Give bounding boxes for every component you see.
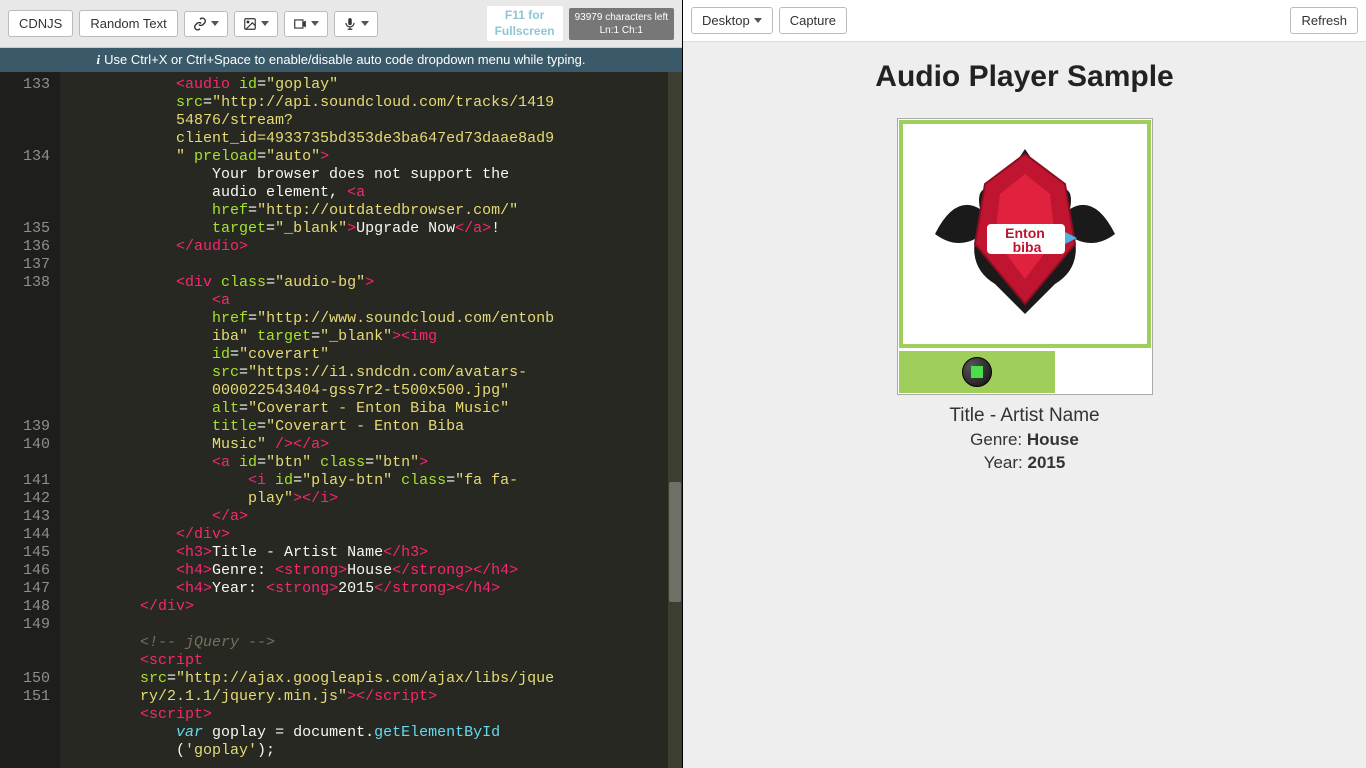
random-text-button[interactable]: Random Text	[79, 10, 177, 37]
video-icon	[293, 17, 307, 31]
preview-content: Audio Player Sample Enton biba	[683, 42, 1366, 768]
info-icon: i	[97, 52, 101, 67]
preview-toolbar: Desktop Capture Refresh	[683, 0, 1366, 42]
track-year: Year: 2015	[683, 453, 1366, 473]
refresh-button[interactable]: Refresh	[1290, 7, 1358, 34]
caret-icon	[361, 21, 369, 26]
video-dropdown-button[interactable]	[284, 11, 328, 37]
editor-toolbar: CDNJS Random Text F11 for Fullscreen 939…	[0, 0, 682, 48]
link-dropdown-button[interactable]	[184, 11, 228, 37]
capture-button[interactable]: Capture	[779, 7, 847, 34]
audio-dropdown-button[interactable]	[334, 11, 378, 37]
editor-code-area[interactable]: <audio id="goplay" src="http://api.sound…	[60, 72, 682, 768]
caret-icon	[311, 21, 319, 26]
editor-scrollbar[interactable]	[668, 72, 682, 768]
desktop-dropdown-button[interactable]: Desktop	[691, 7, 773, 34]
audio-player-box: Enton biba	[897, 118, 1153, 395]
code-editor[interactable]: 1331341351361371381391401411421431441451…	[0, 72, 682, 768]
play-bar	[899, 351, 1055, 393]
editor-panel: CDNJS Random Text F11 for Fullscreen 939…	[0, 0, 683, 768]
caret-icon	[754, 18, 762, 23]
stop-icon	[971, 366, 983, 378]
play-stop-button[interactable]	[962, 357, 992, 387]
caret-icon	[261, 21, 269, 26]
preview-heading: Audio Player Sample	[683, 60, 1366, 94]
svg-text:biba: biba	[1012, 239, 1041, 255]
hint-bar: iUse Ctrl+X or Ctrl+Space to enable/disa…	[0, 48, 682, 72]
character-count-status: 93979 characters left Ln:1 Ch:1	[569, 8, 674, 40]
caret-icon	[211, 21, 219, 26]
preview-panel: Desktop Capture Refresh Audio Player Sam…	[683, 0, 1366, 768]
image-icon	[243, 17, 257, 31]
fullscreen-hint[interactable]: F11 for Fullscreen	[487, 6, 563, 41]
scrollbar-thumb[interactable]	[669, 482, 681, 602]
cover-art-frame[interactable]: Enton biba	[899, 120, 1151, 348]
track-metadata: Title - Artist Name Genre: House Year: 2…	[683, 405, 1366, 473]
cover-art-image: Enton biba	[915, 134, 1135, 334]
hint-text: Use Ctrl+X or Ctrl+Space to enable/disab…	[104, 52, 585, 67]
track-genre: Genre: House	[683, 430, 1366, 450]
microphone-icon	[343, 17, 357, 31]
image-dropdown-button[interactable]	[234, 11, 278, 37]
cdnjs-button[interactable]: CDNJS	[8, 10, 73, 37]
editor-gutter: 1331341351361371381391401411421431441451…	[0, 72, 60, 768]
track-title-artist: Title - Artist Name	[683, 405, 1366, 427]
link-icon	[193, 17, 207, 31]
